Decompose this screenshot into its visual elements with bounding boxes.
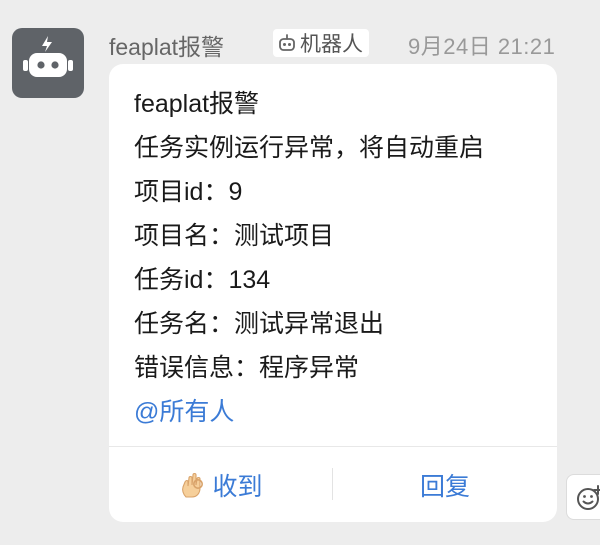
received-button[interactable]: 收到 [109, 447, 332, 522]
reply-button[interactable]: 回复 [333, 447, 557, 522]
bot-tag: 机器人 [273, 29, 369, 57]
message-line-task-name: 任务名：测试异常退出 [134, 310, 385, 338]
message-card[interactable]: feaplat报警 任务实例运行异常，将自动重启 项目id：9 项目名：测试项目… [109, 64, 557, 522]
message-timestamp: 9月24日 21:21 [408, 34, 556, 59]
bot-tag-icon [279, 34, 295, 51]
reply-label: 回复 [419, 472, 470, 501]
ok-hand-icon [178, 470, 208, 500]
message-line-status: 任务实例运行异常，将自动重启 [134, 134, 485, 162]
robot-avatar[interactable] [12, 28, 84, 98]
sender-name[interactable]: feaplat报警 [109, 28, 224, 62]
message-line-task-id: 任务id：134 [134, 266, 271, 294]
received-label: 收到 [212, 472, 263, 501]
message-line-title: feaplat报警 [134, 90, 260, 118]
mention-all-link[interactable]: @所有人 [134, 390, 484, 434]
emoji-reaction-button[interactable] [566, 474, 600, 520]
message-line-error: 错误信息：程序异常 [134, 354, 360, 382]
bot-tag-label: 机器人 [300, 33, 363, 56]
message-line-project-id: 项目id：9 [134, 178, 243, 206]
message-line-project-name: 项目名：测试项目 [134, 222, 335, 250]
message-body: feaplat报警 任务实例运行异常，将自动重启 项目id：9 项目名：测试项目… [134, 82, 484, 434]
emoji-add-icon [577, 485, 600, 510]
robot-icon [23, 36, 73, 77]
